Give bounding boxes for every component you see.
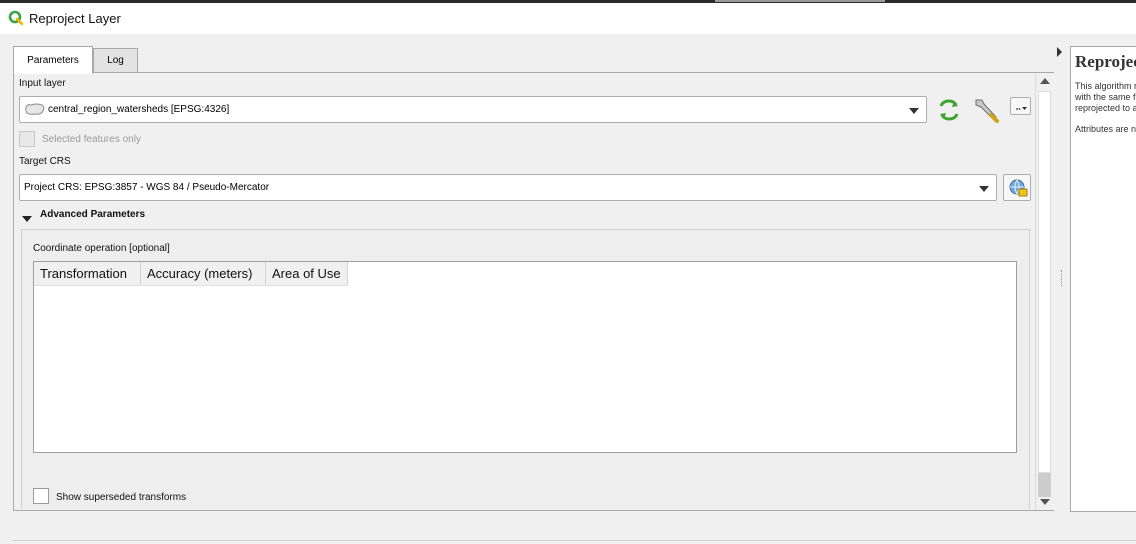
window-titlebar: Reproject Layer (0, 3, 1136, 34)
target-crs-value: Project CRS: EPSG:3857 - WGS 84 / Pseudo… (24, 182, 270, 193)
help-line (1075, 114, 1136, 124)
strip-highlight (715, 0, 885, 2)
vertical-scrollbar[interactable] (1035, 73, 1054, 510)
table-header: Transformation Accuracy (meters) Area of… (34, 262, 348, 286)
tab-log[interactable]: Log (93, 48, 138, 72)
tab-parameters[interactable]: Parameters (13, 46, 93, 74)
input-layer-label: Input layer (19, 78, 66, 89)
help-line: Attributes are not modified by this algo… (1075, 124, 1136, 134)
splitter-handle[interactable] (1061, 270, 1064, 286)
column-header-area-of-use[interactable]: Area of Use (266, 262, 348, 285)
target-crs-combo[interactable]: Project CRS: EPSG:3857 - WGS 84 / Pseudo… (19, 174, 997, 201)
input-layer-combo[interactable]: central_region_watersheds [EPSG:4326] (19, 96, 927, 123)
collapse-triangle-icon[interactable] (21, 214, 33, 227)
target-crs-label: Target CRS (19, 156, 71, 167)
ellipsis-dropdown-icon (1015, 102, 1028, 115)
qgis-logo-icon (8, 10, 24, 26)
chevron-down-icon (909, 108, 919, 114)
bottom-divider (13, 540, 1136, 541)
chevron-down-icon (979, 186, 989, 192)
show-superseded-label: Show superseded transforms (56, 492, 187, 503)
selected-features-label: Selected features only (42, 134, 141, 145)
window-title: Reproject Layer (29, 11, 121, 26)
help-description: This algorithm reprojects a vector layer… (1075, 81, 1136, 135)
more-options-button[interactable] (1010, 97, 1031, 115)
select-crs-button[interactable] (1003, 174, 1031, 201)
selected-features-checkbox[interactable] (19, 131, 35, 147)
show-superseded-checkbox[interactable] (33, 488, 49, 504)
help-panel: Reproject Layer This algorithm reproject… (1070, 46, 1136, 512)
scroll-down-icon[interactable] (1040, 499, 1050, 505)
iterate-button[interactable] (935, 97, 963, 123)
layer-settings-button[interactable] (971, 95, 1001, 125)
globe-crs-icon (1008, 178, 1028, 201)
wrench-icon (971, 99, 1001, 128)
iterate-refresh-icon (935, 99, 963, 126)
advanced-parameters-header[interactable]: Advanced Parameters (40, 209, 145, 220)
help-line: with the same features as the input one,… (1075, 92, 1136, 102)
help-line: reprojected to a new CRS. (1075, 103, 1136, 113)
coordinate-operations-table[interactable]: Transformation Accuracy (meters) Area of… (33, 261, 1017, 453)
input-layer-value: central_region_watersheds [EPSG:4326] (48, 104, 230, 115)
polygon-layer-icon (25, 103, 45, 119)
column-header-accuracy[interactable]: Accuracy (meters) (141, 262, 266, 285)
toggle-help-panel-icon[interactable] (1056, 46, 1064, 61)
column-header-transformation[interactable]: Transformation (34, 262, 141, 285)
scrollbar-thumb[interactable] (1038, 91, 1051, 473)
help-line: This algorithm reprojects a vector layer… (1075, 81, 1136, 91)
scrollbar-track[interactable] (1038, 473, 1051, 497)
scroll-up-icon[interactable] (1040, 78, 1050, 84)
coordinate-operation-label: Coordinate operation [optional] (33, 243, 170, 254)
help-title: Reproject Layer (1075, 52, 1136, 71)
